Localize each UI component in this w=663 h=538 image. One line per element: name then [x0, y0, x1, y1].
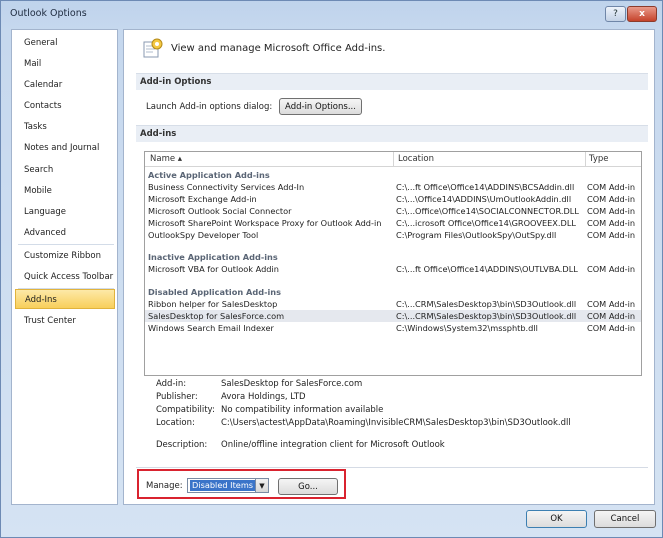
table-header: Name ▴ Location Type	[145, 152, 641, 167]
sidebar-item-addins[interactable]: Add-Ins	[15, 289, 115, 309]
group-inactive: Inactive Application Add-ins	[148, 252, 278, 262]
section-divider	[136, 467, 648, 468]
table-row[interactable]: Microsoft Outlook Social Connector C:\...…	[145, 205, 641, 217]
detail-publisher-value: Avora Holdings, LTD	[221, 392, 306, 402]
launch-options-label: Launch Add-in options dialog:	[146, 102, 273, 112]
column-name[interactable]: Name ▴	[150, 154, 182, 164]
go-button[interactable]: Go...	[278, 478, 338, 495]
sidebar-item-contacts[interactable]: Contacts	[15, 96, 115, 116]
outlook-options-window: Outlook Options ? x General Mail Calenda…	[0, 0, 663, 538]
sidebar-item-quick-access[interactable]: Quick Access Toolbar	[15, 267, 115, 287]
ok-button[interactable]: OK	[526, 510, 587, 528]
table-row[interactable]: Windows Search Email Indexer C:\Windows\S…	[145, 322, 641, 334]
table-row[interactable]: Microsoft VBA for Outlook Addin C:\...ft …	[145, 263, 641, 275]
detail-compat-value: No compatibility information available	[221, 405, 384, 415]
cancel-button[interactable]: Cancel	[594, 510, 656, 528]
sidebar-item-tasks[interactable]: Tasks	[15, 117, 115, 137]
section-addin-options: Add-in Options	[136, 73, 648, 90]
detail-description-label: Description:	[156, 440, 208, 450]
manage-label: Manage:	[146, 481, 183, 491]
table-row-selected[interactable]: SalesDesktop for SalesForce.com C:\...CRM…	[145, 310, 641, 322]
sidebar-item-notes-journal[interactable]: Notes and Journal	[15, 138, 115, 158]
addin-options-button[interactable]: Add-in Options...	[279, 98, 362, 115]
detail-compat-label: Compatibility:	[156, 405, 215, 415]
page-heading: View and manage Microsoft Office Add-ins…	[171, 43, 386, 54]
close-icon: x	[639, 9, 645, 19]
help-button[interactable]: ?	[605, 6, 626, 22]
title-bar: Outlook Options ? x	[1, 1, 662, 25]
detail-addin-label: Add-in:	[156, 379, 187, 389]
table-row[interactable]: Microsoft Exchange Add-in C:\...\Office14…	[145, 193, 641, 205]
help-icon: ?	[613, 9, 618, 19]
sidebar-item-search[interactable]: Search	[15, 160, 115, 180]
options-sidebar: General Mail Calendar Contacts Tasks Not…	[11, 29, 118, 505]
section-addins: Add-ins	[136, 125, 648, 142]
table-row[interactable]: OutlookSpy Developer Tool C:\Program File…	[145, 229, 641, 241]
manage-selected-value: Disabled Items	[190, 480, 256, 491]
column-divider	[585, 152, 586, 167]
sidebar-item-general[interactable]: General	[15, 33, 115, 53]
table-row[interactable]: Business Connectivity Services Add-In C:\…	[145, 181, 641, 193]
sidebar-item-mobile[interactable]: Mobile	[15, 181, 115, 201]
sidebar-item-language[interactable]: Language	[15, 202, 115, 222]
sidebar-item-mail[interactable]: Mail	[15, 54, 115, 74]
group-active: Active Application Add-ins	[148, 170, 270, 180]
table-row[interactable]: Ribbon helper for SalesDesktop C:\...CRM\…	[145, 298, 641, 310]
sidebar-item-trust-center[interactable]: Trust Center	[15, 311, 115, 331]
chevron-down-icon[interactable]: ▼	[255, 479, 268, 492]
addins-panel: View and manage Microsoft Office Add-ins…	[123, 29, 655, 505]
column-type[interactable]: Type	[589, 154, 609, 164]
sidebar-item-calendar[interactable]: Calendar	[15, 75, 115, 95]
detail-publisher-label: Publisher:	[156, 392, 198, 402]
window-title: Outlook Options	[10, 8, 87, 19]
sidebar-item-customize-ribbon[interactable]: Customize Ribbon	[15, 246, 115, 266]
detail-description-value: Online/offline integration client for Mi…	[221, 440, 445, 450]
manage-dropdown[interactable]: Disabled Items ▼	[187, 478, 269, 493]
detail-location-value: C:\Users\actest\AppData\Roaming\Invisibl…	[221, 418, 571, 428]
group-disabled: Disabled Application Add-ins	[148, 287, 281, 297]
addins-table[interactable]: Name ▴ Location Type Active Application …	[144, 151, 642, 376]
column-location[interactable]: Location	[398, 154, 434, 164]
detail-location-label: Location:	[156, 418, 195, 428]
close-button[interactable]: x	[627, 6, 657, 22]
sidebar-item-advanced[interactable]: Advanced	[15, 223, 115, 243]
column-divider	[393, 152, 394, 167]
detail-addin-value: SalesDesktop for SalesForce.com	[221, 379, 363, 389]
addins-icon	[143, 38, 163, 58]
sidebar-divider	[18, 244, 114, 245]
table-row[interactable]: Microsoft SharePoint Workspace Proxy for…	[145, 217, 641, 229]
